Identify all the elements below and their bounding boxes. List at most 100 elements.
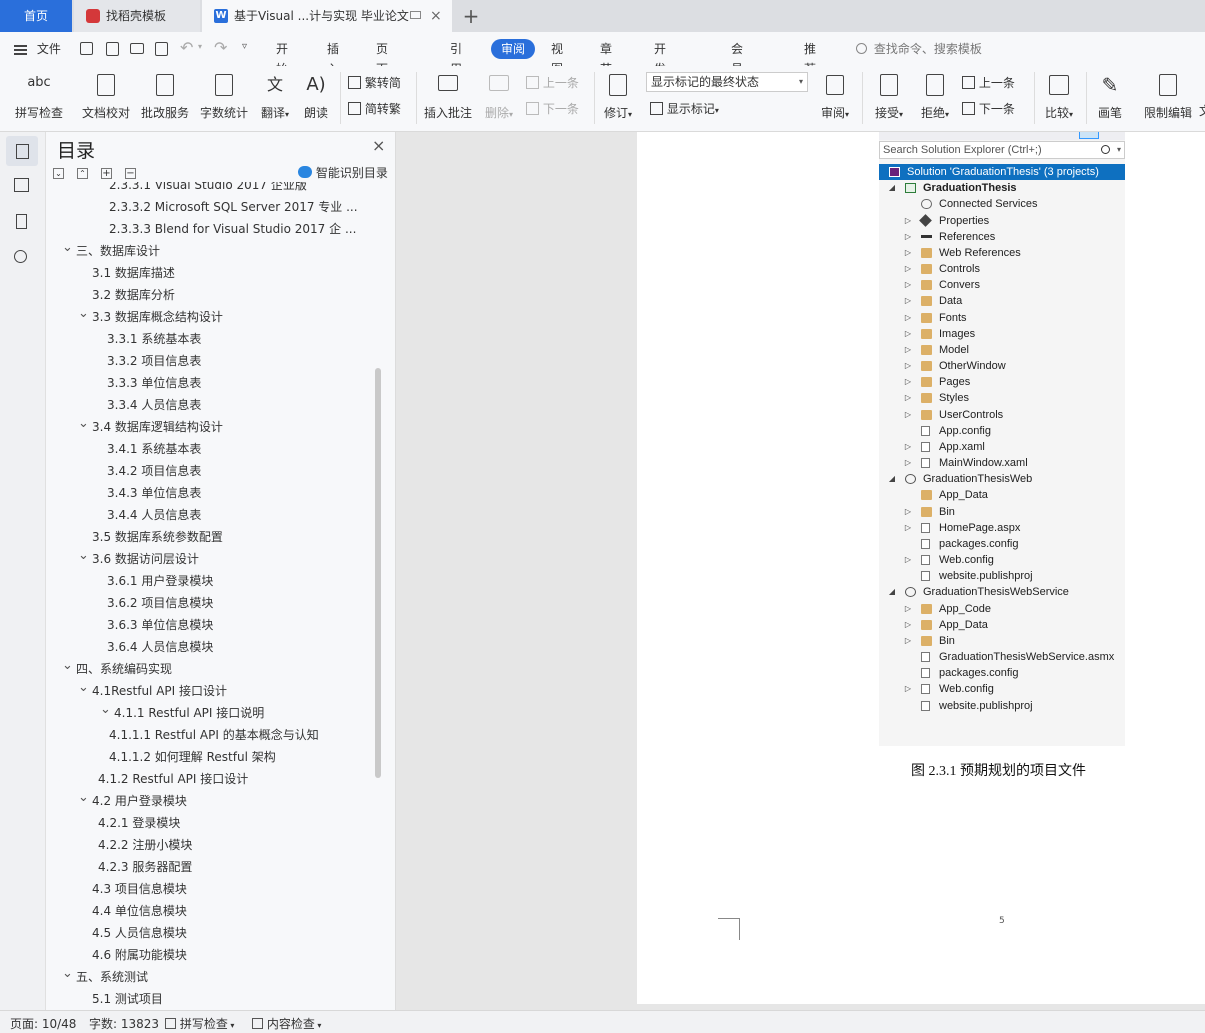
toc-item[interactable]: 3.4.2 项目信息表 <box>46 460 378 482</box>
word-count-indicator[interactable]: 字数: 13823 <box>89 1015 159 1032</box>
solution-row[interactable]: ▷ Pages <box>879 374 1125 390</box>
toc-item[interactable]: 3.6.1 用户登录模块 <box>46 570 378 592</box>
doc-check-button[interactable]: 文档校对 <box>80 70 132 126</box>
toc-item[interactable]: ⌄ 3.3 数据库概念结构设计 <box>46 306 378 328</box>
toc-item[interactable]: 3.1 数据库描述 <box>46 262 378 284</box>
toc-item[interactable]: 3.6.4 人员信息模块 <box>46 636 378 658</box>
expand-arrow-icon[interactable]: ▷ <box>903 681 913 697</box>
toc-item[interactable]: 3.6.3 单位信息模块 <box>46 614 378 636</box>
expand-arrow-icon[interactable]: ▷ <box>903 277 913 293</box>
review-pane-button[interactable]: 审阅▾ <box>814 70 856 126</box>
new-tab-button[interactable]: + <box>458 0 484 32</box>
display-state-select[interactable]: 显示标记的最终状态 ▾ <box>646 72 808 92</box>
menu-item-active[interactable]: 审阅 <box>491 39 535 59</box>
expand-arrow-icon[interactable]: ▷ <box>903 374 913 390</box>
chevron-down-icon[interactable]: ⌄ <box>62 237 73 259</box>
solution-row[interactable]: ▷ References <box>879 229 1125 245</box>
toc-item[interactable]: 4.2.1 登录模块 <box>46 812 378 834</box>
solution-row[interactable]: website.publishproj <box>879 698 1125 714</box>
toc-item[interactable]: 4.1.1.1 Restful API 的基本概念与认知 <box>46 724 378 746</box>
solution-row[interactable]: ▷ MainWindow.xaml <box>879 455 1125 471</box>
solution-row[interactable]: ▷ App_Data <box>879 617 1125 633</box>
restrict-editing-button[interactable]: 限制编辑 <box>1138 70 1198 126</box>
quick-access-more-icon[interactable]: ▿ <box>242 41 247 52</box>
expand-arrow-icon[interactable]: ▷ <box>903 407 913 423</box>
toc-item[interactable]: ⌄ 三、数据库设计 <box>46 240 378 262</box>
expand-arrow-icon[interactable]: ▷ <box>903 504 913 520</box>
tab-home[interactable]: 首页 <box>0 0 72 32</box>
chevron-down-icon[interactable]: ⌄ <box>78 303 89 325</box>
toc-item[interactable]: 5.1 测试项目 <box>46 988 378 1010</box>
tab-template[interactable]: 找稻壳模板 <box>74 0 200 32</box>
solution-row[interactable]: ▷ App_Code <box>879 601 1125 617</box>
solution-row[interactable]: ▷ Fonts <box>879 310 1125 326</box>
command-search[interactable]: 查找命令、搜索模板 <box>856 39 982 59</box>
solution-row[interactable]: ▷ Bin <box>879 504 1125 520</box>
solution-row[interactable]: ▷ Model <box>879 342 1125 358</box>
toc-item[interactable]: ⌄ 4.1.1 Restful API 接口说明 <box>46 702 378 724</box>
solution-row[interactable]: ▷ HomePage.aspx <box>879 520 1125 536</box>
solution-row[interactable]: Connected Services <box>879 196 1125 212</box>
toc-scrollbar[interactable] <box>375 368 381 778</box>
solution-row[interactable]: ▷ Bin <box>879 633 1125 649</box>
chevron-down-icon[interactable]: ⌄ <box>78 545 89 567</box>
toc-item[interactable]: 3.4.1 系统基本表 <box>46 438 378 460</box>
close-icon[interactable]: × <box>430 0 442 32</box>
solution-row[interactable]: packages.config <box>879 536 1125 552</box>
toc-item[interactable]: 3.3.4 人员信息表 <box>46 394 378 416</box>
word-count-button[interactable]: 字数统计 <box>198 70 250 126</box>
solution-row[interactable]: ▷ Data <box>879 293 1125 309</box>
ribbon-overflow-label[interactable]: 文 <box>1199 102 1205 119</box>
expand-arrow-icon[interactable]: ▷ <box>903 261 913 277</box>
expand-arrow-icon[interactable]: ▷ <box>903 310 913 326</box>
pen-button[interactable]: ✎ 画笔 <box>1090 70 1130 126</box>
to-simplified-button[interactable]: 繁转简 <box>348 74 401 92</box>
spell-check-button[interactable]: abc 拼写检查 <box>8 70 70 126</box>
solution-row[interactable]: ▷ Styles <box>879 390 1125 406</box>
bookmark-icon[interactable] <box>16 214 27 229</box>
solution-row[interactable]: ▷ Convers <box>879 277 1125 293</box>
status-spell-check[interactable]: 拼写检查 ▾ <box>165 1015 234 1032</box>
expand-arrow-icon[interactable]: ▷ <box>903 342 913 358</box>
revise-service-button[interactable]: 批改服务 <box>139 70 191 126</box>
undo-dropdown-icon[interactable]: ▾ <box>198 42 202 51</box>
accept-button[interactable]: 接受▾ <box>868 70 910 126</box>
toc-item[interactable]: ⌄ 4.1Restful API 接口设计 <box>46 680 378 702</box>
toc-item[interactable]: 4.5 人员信息模块 <box>46 922 378 944</box>
chevron-down-icon[interactable]: ⌄ <box>100 699 111 721</box>
next-change-button[interactable]: 下一条 <box>962 100 1015 118</box>
next-comment-button[interactable]: 下一条 <box>526 100 579 118</box>
solution-row[interactable]: ◢ GraduationThesisWebService <box>879 584 1125 600</box>
expand-arrow-icon[interactable]: ▷ <box>903 358 913 374</box>
collapse-all-icon[interactable]: − <box>125 168 136 179</box>
expand-level-icon[interactable]: ⌄ <box>53 168 64 179</box>
status-content-check[interactable]: 内容检查 ▾ <box>252 1015 321 1032</box>
toc-item[interactable]: ⌄ 4.2 用户登录模块 <box>46 790 378 812</box>
solution-row[interactable]: ▷ Properties <box>879 213 1125 229</box>
print-icon[interactable] <box>130 43 144 54</box>
expand-arrow-icon[interactable]: ▷ <box>903 633 913 649</box>
solution-row[interactable]: packages.config <box>879 665 1125 681</box>
solution-row[interactable]: ▷ UserControls <box>879 407 1125 423</box>
delete-comment-button[interactable]: 删除▾ <box>480 70 518 126</box>
expand-arrow-icon[interactable]: ▷ <box>903 229 913 245</box>
toc-item[interactable]: 3.4.4 人员信息表 <box>46 504 378 526</box>
solution-row[interactable]: ◢ GraduationThesis <box>879 180 1125 196</box>
chevron-down-icon[interactable]: ⌄ <box>78 413 89 435</box>
expand-arrow-icon[interactable]: ▷ <box>903 390 913 406</box>
solution-row[interactable]: ▷ Web.config <box>879 681 1125 697</box>
toc-item[interactable]: 3.3.2 项目信息表 <box>46 350 378 372</box>
expand-arrow-icon[interactable]: ▷ <box>903 213 913 229</box>
collapse-arrow-icon[interactable]: ◢ <box>887 180 897 196</box>
solution-row[interactable]: ▷ App.xaml <box>879 439 1125 455</box>
chevron-down-icon[interactable]: ⌄ <box>78 677 89 699</box>
translate-button[interactable]: 文 翻译▾ <box>256 70 294 126</box>
search-icon[interactable] <box>14 250 27 263</box>
chevron-down-icon[interactable]: ⌄ <box>62 963 73 985</box>
toc-item[interactable]: 4.4 单位信息模块 <box>46 900 378 922</box>
solution-row[interactable]: ▷ Web.config <box>879 552 1125 568</box>
toc-item[interactable]: 3.2 数据库分析 <box>46 284 378 306</box>
expand-arrow-icon[interactable]: ▷ <box>903 245 913 261</box>
toc-item[interactable]: 4.6 附属功能模块 <box>46 944 378 966</box>
toc-item[interactable]: 3.3.1 系统基本表 <box>46 328 378 350</box>
